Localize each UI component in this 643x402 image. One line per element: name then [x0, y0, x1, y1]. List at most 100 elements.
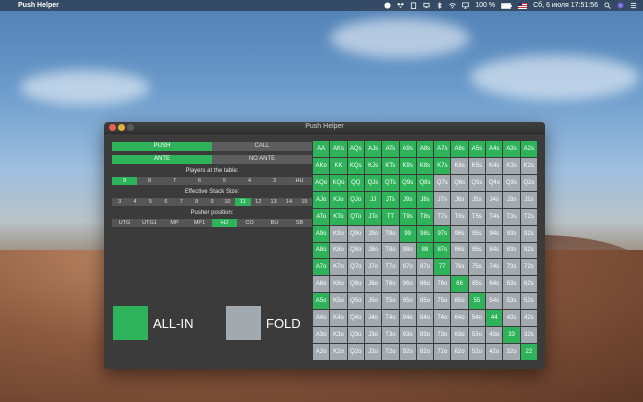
hand-cell-k7o[interactable]: K7o	[330, 259, 347, 276]
hand-cell-32s[interactable]: 32s	[520, 327, 537, 344]
hand-cell-63o[interactable]: 63o	[451, 327, 468, 344]
hand-cell-qto[interactable]: QTo	[347, 208, 364, 225]
hand-cell-82s[interactable]: 82s	[520, 242, 537, 259]
hand-cell-72o[interactable]: 72o	[434, 344, 451, 360]
players-option-hu[interactable]: HU	[287, 177, 312, 185]
hand-cell-q2o[interactable]: Q2o	[347, 344, 364, 360]
hand-cell-83s[interactable]: 83s	[503, 242, 520, 259]
hand-cell-jj[interactable]: JJ	[364, 191, 382, 208]
hand-cell-52o[interactable]: 52o	[468, 344, 486, 360]
hand-cell-93o[interactable]: 93o	[399, 327, 416, 344]
hand-cell-jto[interactable]: JTo	[364, 208, 382, 225]
hand-cell-76s[interactable]: 76s	[451, 259, 468, 276]
hand-cell-j2o[interactable]: J2o	[364, 344, 382, 360]
airplay-icon[interactable]	[462, 2, 470, 9]
hand-cell-65s[interactable]: 65s	[468, 276, 486, 293]
hand-cell-q9o[interactable]: Q9o	[347, 225, 364, 242]
hand-cell-t5s[interactable]: T5s	[468, 208, 486, 225]
hand-cell-kto[interactable]: KTo	[330, 208, 347, 225]
hand-cell-j5o[interactable]: J5o	[364, 293, 382, 310]
hand-cell-q2s[interactable]: Q2s	[520, 174, 537, 191]
hand-cell-53o[interactable]: 53o	[468, 327, 486, 344]
battery-percent[interactable]: 100 %	[475, 2, 495, 9]
hand-cell-t4s[interactable]: T4s	[486, 208, 503, 225]
hand-cell-q3o[interactable]: Q3o	[347, 327, 364, 344]
hand-cell-t6s[interactable]: T6s	[451, 208, 468, 225]
hand-cell-95s[interactable]: 95s	[468, 225, 486, 242]
hand-cell-84o[interactable]: 84o	[416, 310, 434, 327]
hand-cell-k4s[interactable]: K4s	[486, 157, 503, 174]
hand-cell-92s[interactable]: 92s	[520, 225, 537, 242]
hand-cell-75s[interactable]: 75s	[468, 259, 486, 276]
hand-cell-84s[interactable]: 84s	[486, 242, 503, 259]
hand-cell-a2o[interactable]: A2o	[313, 344, 330, 360]
hand-cell-a3o[interactable]: A3o	[313, 327, 330, 344]
hand-cell-87s[interactable]: 87s	[434, 242, 451, 259]
stack-option-11[interactable]: 11	[235, 198, 251, 206]
hand-cell-72s[interactable]: 72s	[520, 259, 537, 276]
hand-cell-94s[interactable]: 94s	[486, 225, 503, 242]
hand-cell-aqo[interactable]: AQo	[313, 174, 330, 191]
position-option-co[interactable]: CO	[237, 219, 262, 227]
hand-cell-a9s[interactable]: A9s	[399, 141, 416, 157]
hand-cell-kts[interactable]: KTs	[382, 157, 399, 174]
hand-cell-a5o[interactable]: A5o	[313, 293, 330, 310]
hand-cell-97s[interactable]: 97s	[434, 225, 451, 242]
hand-cell-j7o[interactable]: J7o	[364, 259, 382, 276]
hand-cell-j4s[interactable]: J4s	[486, 191, 503, 208]
hand-cell-82o[interactable]: 82o	[416, 344, 434, 360]
hand-cell-99[interactable]: 99	[399, 225, 416, 242]
hand-cell-73s[interactable]: 73s	[503, 259, 520, 276]
hand-cell-j6s[interactable]: J6s	[451, 191, 468, 208]
hand-cell-a2s[interactable]: A2s	[520, 141, 537, 157]
hand-cell-42o[interactable]: 42o	[486, 344, 503, 360]
hand-cell-q6o[interactable]: Q6o	[347, 276, 364, 293]
hand-cell-ako[interactable]: AKo	[313, 157, 330, 174]
players-option-7[interactable]: 7	[162, 177, 187, 185]
hand-cell-87o[interactable]: 87o	[416, 259, 434, 276]
players-option-4[interactable]: 4	[237, 177, 262, 185]
hand-cell-63s[interactable]: 63s	[503, 276, 520, 293]
players-option-3[interactable]: 3	[262, 177, 287, 185]
hand-cell-q7o[interactable]: Q7o	[347, 259, 364, 276]
hand-cell-k5o[interactable]: K5o	[330, 293, 347, 310]
hand-cell-98s[interactable]: 98s	[416, 225, 434, 242]
hand-cell-j9o[interactable]: J9o	[364, 225, 382, 242]
hand-cell-j7s[interactable]: J7s	[434, 191, 451, 208]
position-option-utg1[interactable]: UTG1	[137, 219, 162, 227]
hand-cell-j8o[interactable]: J8o	[364, 242, 382, 259]
bluetooth-icon[interactable]	[436, 2, 443, 9]
hand-cell-a8o[interactable]: A8o	[313, 242, 330, 259]
hand-cell-75o[interactable]: 75o	[434, 293, 451, 310]
hand-cell-ato[interactable]: ATo	[313, 208, 330, 225]
hand-cell-97o[interactable]: 97o	[399, 259, 416, 276]
hand-cell-tt[interactable]: TT	[382, 208, 399, 225]
mode-option-call[interactable]: CALL	[212, 142, 312, 151]
hand-cell-53s[interactable]: 53s	[503, 293, 520, 310]
hand-cell-94o[interactable]: 94o	[399, 310, 416, 327]
hand-cell-74s[interactable]: 74s	[486, 259, 503, 276]
hand-cell-t8s[interactable]: T8s	[416, 208, 434, 225]
hand-cell-76o[interactable]: 76o	[434, 276, 451, 293]
hand-cell-k9o[interactable]: K9o	[330, 225, 347, 242]
hand-cell-qjo[interactable]: QJo	[347, 191, 364, 208]
hand-cell-j9s[interactable]: J9s	[399, 191, 416, 208]
hand-cell-k6o[interactable]: K6o	[330, 276, 347, 293]
hand-cell-54s[interactable]: 54s	[486, 293, 503, 310]
hand-cell-jts[interactable]: JTs	[382, 191, 399, 208]
position-option-utg[interactable]: UTG	[112, 219, 137, 227]
hand-cell-86o[interactable]: 86o	[416, 276, 434, 293]
hand-cell-43s[interactable]: 43s	[503, 310, 520, 327]
hand-cell-aqs[interactable]: AQs	[347, 141, 364, 157]
ante-option-no-ante[interactable]: NO ANTE	[212, 155, 312, 164]
hand-cell-t5o[interactable]: T5o	[382, 293, 399, 310]
hand-cell-a3s[interactable]: A3s	[503, 141, 520, 157]
wifi-icon[interactable]	[449, 2, 457, 9]
input-source-flag-icon[interactable]	[518, 2, 528, 9]
hand-cell-q4s[interactable]: Q4s	[486, 174, 503, 191]
hand-cell-54o[interactable]: 54o	[468, 310, 486, 327]
stack-option-12[interactable]: 12	[251, 198, 266, 206]
players-option-5[interactable]: 5	[212, 177, 237, 185]
clipboard-icon[interactable]	[410, 2, 417, 9]
players-option-9[interactable]: 9	[112, 177, 137, 185]
